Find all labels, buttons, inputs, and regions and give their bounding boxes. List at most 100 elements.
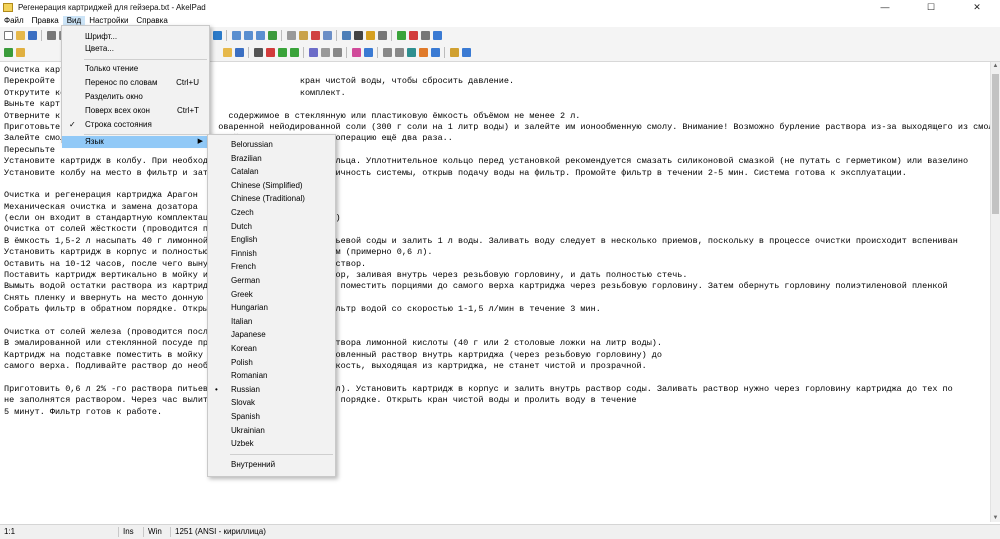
menu-item-read-only[interactable]: Только чтение	[62, 63, 209, 75]
language-item-internal[interactable]: Внутренний	[208, 458, 335, 472]
language-item-italian[interactable]: Italian	[208, 315, 335, 329]
wrap-lines-icon[interactable]	[406, 48, 416, 57]
text-line: Очистка и регенерация картриджа Арагон	[4, 190, 198, 201]
language-item-chinese-simplified[interactable]: Chinese (Simplified)	[208, 179, 335, 193]
paste-icon[interactable]	[298, 31, 308, 40]
language-item-chinese-traditional[interactable]: Chinese (Traditional)	[208, 192, 335, 206]
text-line: Установить картридж в корпус и полностью…	[4, 247, 433, 258]
help-icon[interactable]	[461, 48, 471, 57]
font-icon[interactable]	[353, 31, 363, 40]
explorer-icon[interactable]	[3, 48, 13, 57]
scroll-down-icon[interactable]: ▼	[991, 515, 1000, 521]
language-item-ukrainian[interactable]: Ukrainian	[208, 424, 335, 438]
language-item-spanish[interactable]: Spanish	[208, 410, 335, 424]
menu-item-split-window[interactable]: Разделить окно	[62, 91, 209, 103]
select-all-icon[interactable]	[322, 31, 332, 40]
language-item-russian[interactable]: • Russian	[208, 383, 335, 397]
play-repeat-icon[interactable]	[289, 48, 299, 57]
view-menu: Шрифт... Цвета... Только чтение Перенос …	[61, 25, 210, 148]
menu-view[interactable]: Вид	[62, 16, 86, 25]
hex-icon[interactable]	[430, 48, 440, 57]
language-item-greek[interactable]: Greek	[208, 288, 335, 302]
copy-icon[interactable]	[286, 31, 296, 40]
language-item-romanian[interactable]: Romanian	[208, 369, 335, 383]
delete-icon[interactable]	[310, 31, 320, 40]
akelpad-icon	[3, 2, 13, 12]
language-item-dutch[interactable]: Dutch	[208, 220, 335, 234]
spellcheck-icon[interactable]	[418, 48, 428, 57]
open-folder-icon[interactable]	[15, 31, 25, 40]
language-item-japanese[interactable]: Japanese	[208, 328, 335, 342]
language-item-slovak[interactable]: Slovak	[208, 396, 335, 410]
language-item-hungarian[interactable]: Hungarian	[208, 301, 335, 315]
session-icon[interactable]	[15, 48, 25, 57]
language-item-czech[interactable]: Czech	[208, 206, 335, 220]
new-file-icon[interactable]	[3, 31, 13, 40]
sort-icon[interactable]	[332, 48, 342, 57]
save-icon[interactable]	[234, 48, 244, 57]
language-item-french[interactable]: French	[208, 260, 335, 274]
replace-icon[interactable]	[255, 31, 265, 40]
edit-icon[interactable]	[449, 48, 459, 57]
stop-icon[interactable]	[253, 48, 263, 57]
find-icon[interactable]	[231, 31, 241, 40]
record-icon[interactable]	[265, 48, 275, 57]
menu-item-colors[interactable]: Цвета...	[62, 43, 209, 55]
open-folder-icon[interactable]	[222, 48, 232, 57]
print-icon[interactable]	[46, 31, 56, 40]
text-line: Установите картридж в колбу. При необход…	[4, 156, 969, 167]
color-icon[interactable]	[365, 31, 375, 40]
play-icon[interactable]	[277, 48, 287, 57]
bookmark-icon[interactable]	[363, 48, 373, 57]
scroll-thumb[interactable]	[992, 74, 999, 214]
selected-bullet-icon: •	[215, 384, 218, 394]
language-item-belorussian[interactable]: Belorussian	[208, 138, 335, 152]
format-icon[interactable]	[320, 48, 330, 57]
play-icon[interactable]	[396, 31, 406, 40]
column-icon[interactable]	[382, 48, 392, 57]
script-icon[interactable]	[308, 48, 318, 57]
close-button[interactable]: ✕	[954, 0, 1000, 14]
language-item-polish[interactable]: Polish	[208, 356, 335, 370]
language-item-korean[interactable]: Korean	[208, 342, 335, 356]
text-line: Очистка от солей железа (проводится посл…	[4, 326, 214, 337]
save-icon[interactable]	[27, 31, 37, 40]
language-item-finnish[interactable]: Finnish	[208, 247, 335, 261]
menu-settings[interactable]: Настройки	[85, 16, 132, 25]
word-wrap-icon[interactable]	[341, 31, 351, 40]
menu-edit[interactable]: Правка	[28, 16, 63, 25]
toolbar-separator	[281, 30, 282, 41]
highlight-icon[interactable]	[351, 48, 361, 57]
language-item-catalan[interactable]: Catalan	[208, 165, 335, 179]
menu-item-word-wrap[interactable]: Перенос по словам Ctrl+U	[62, 77, 209, 89]
text-line	[4, 373, 990, 384]
minimize-button[interactable]: —	[862, 0, 908, 14]
menu-file[interactable]: Файл	[0, 16, 28, 25]
text-line	[4, 316, 990, 327]
newline-icon[interactable]	[377, 31, 387, 40]
redo-icon[interactable]	[212, 31, 222, 40]
maximize-button[interactable]: ☐	[908, 0, 954, 14]
toolbar-separator	[336, 30, 337, 41]
text-line: 5 минут. Фильтр готов к работе.	[4, 406, 163, 417]
settings-icon[interactable]	[420, 31, 430, 40]
scroll-up-icon[interactable]: ▲	[991, 63, 1000, 69]
record-icon[interactable]	[408, 31, 418, 40]
vertical-scrollbar[interactable]: ▲ ▼	[990, 62, 1000, 522]
menu-item-status-bar[interactable]: ✓ Строка состояния	[62, 119, 209, 131]
language-item-english[interactable]: English	[208, 233, 335, 247]
menu-item-always-on-top[interactable]: Поверх всех окон Ctrl+T	[62, 105, 209, 117]
menu-help[interactable]: Справка	[132, 16, 171, 25]
find-next-icon[interactable]	[243, 31, 253, 40]
language-item-brazilian[interactable]: Brazilian	[208, 152, 335, 166]
menu-item-language[interactable]: Язык ▶	[62, 136, 209, 148]
language-item-uzbek[interactable]: Uzbek	[208, 437, 335, 451]
language-item-german[interactable]: German	[208, 274, 335, 288]
indent-icon[interactable]	[394, 48, 404, 57]
menu-item-font[interactable]: Шрифт...	[62, 31, 209, 43]
codepage[interactable]: 1251 (ANSI - кириллица)	[171, 527, 270, 537]
insert-mode[interactable]: Ins	[119, 527, 144, 537]
goto-icon[interactable]	[267, 31, 277, 40]
newline-mode[interactable]: Win	[144, 527, 171, 537]
info-icon[interactable]	[432, 31, 442, 40]
